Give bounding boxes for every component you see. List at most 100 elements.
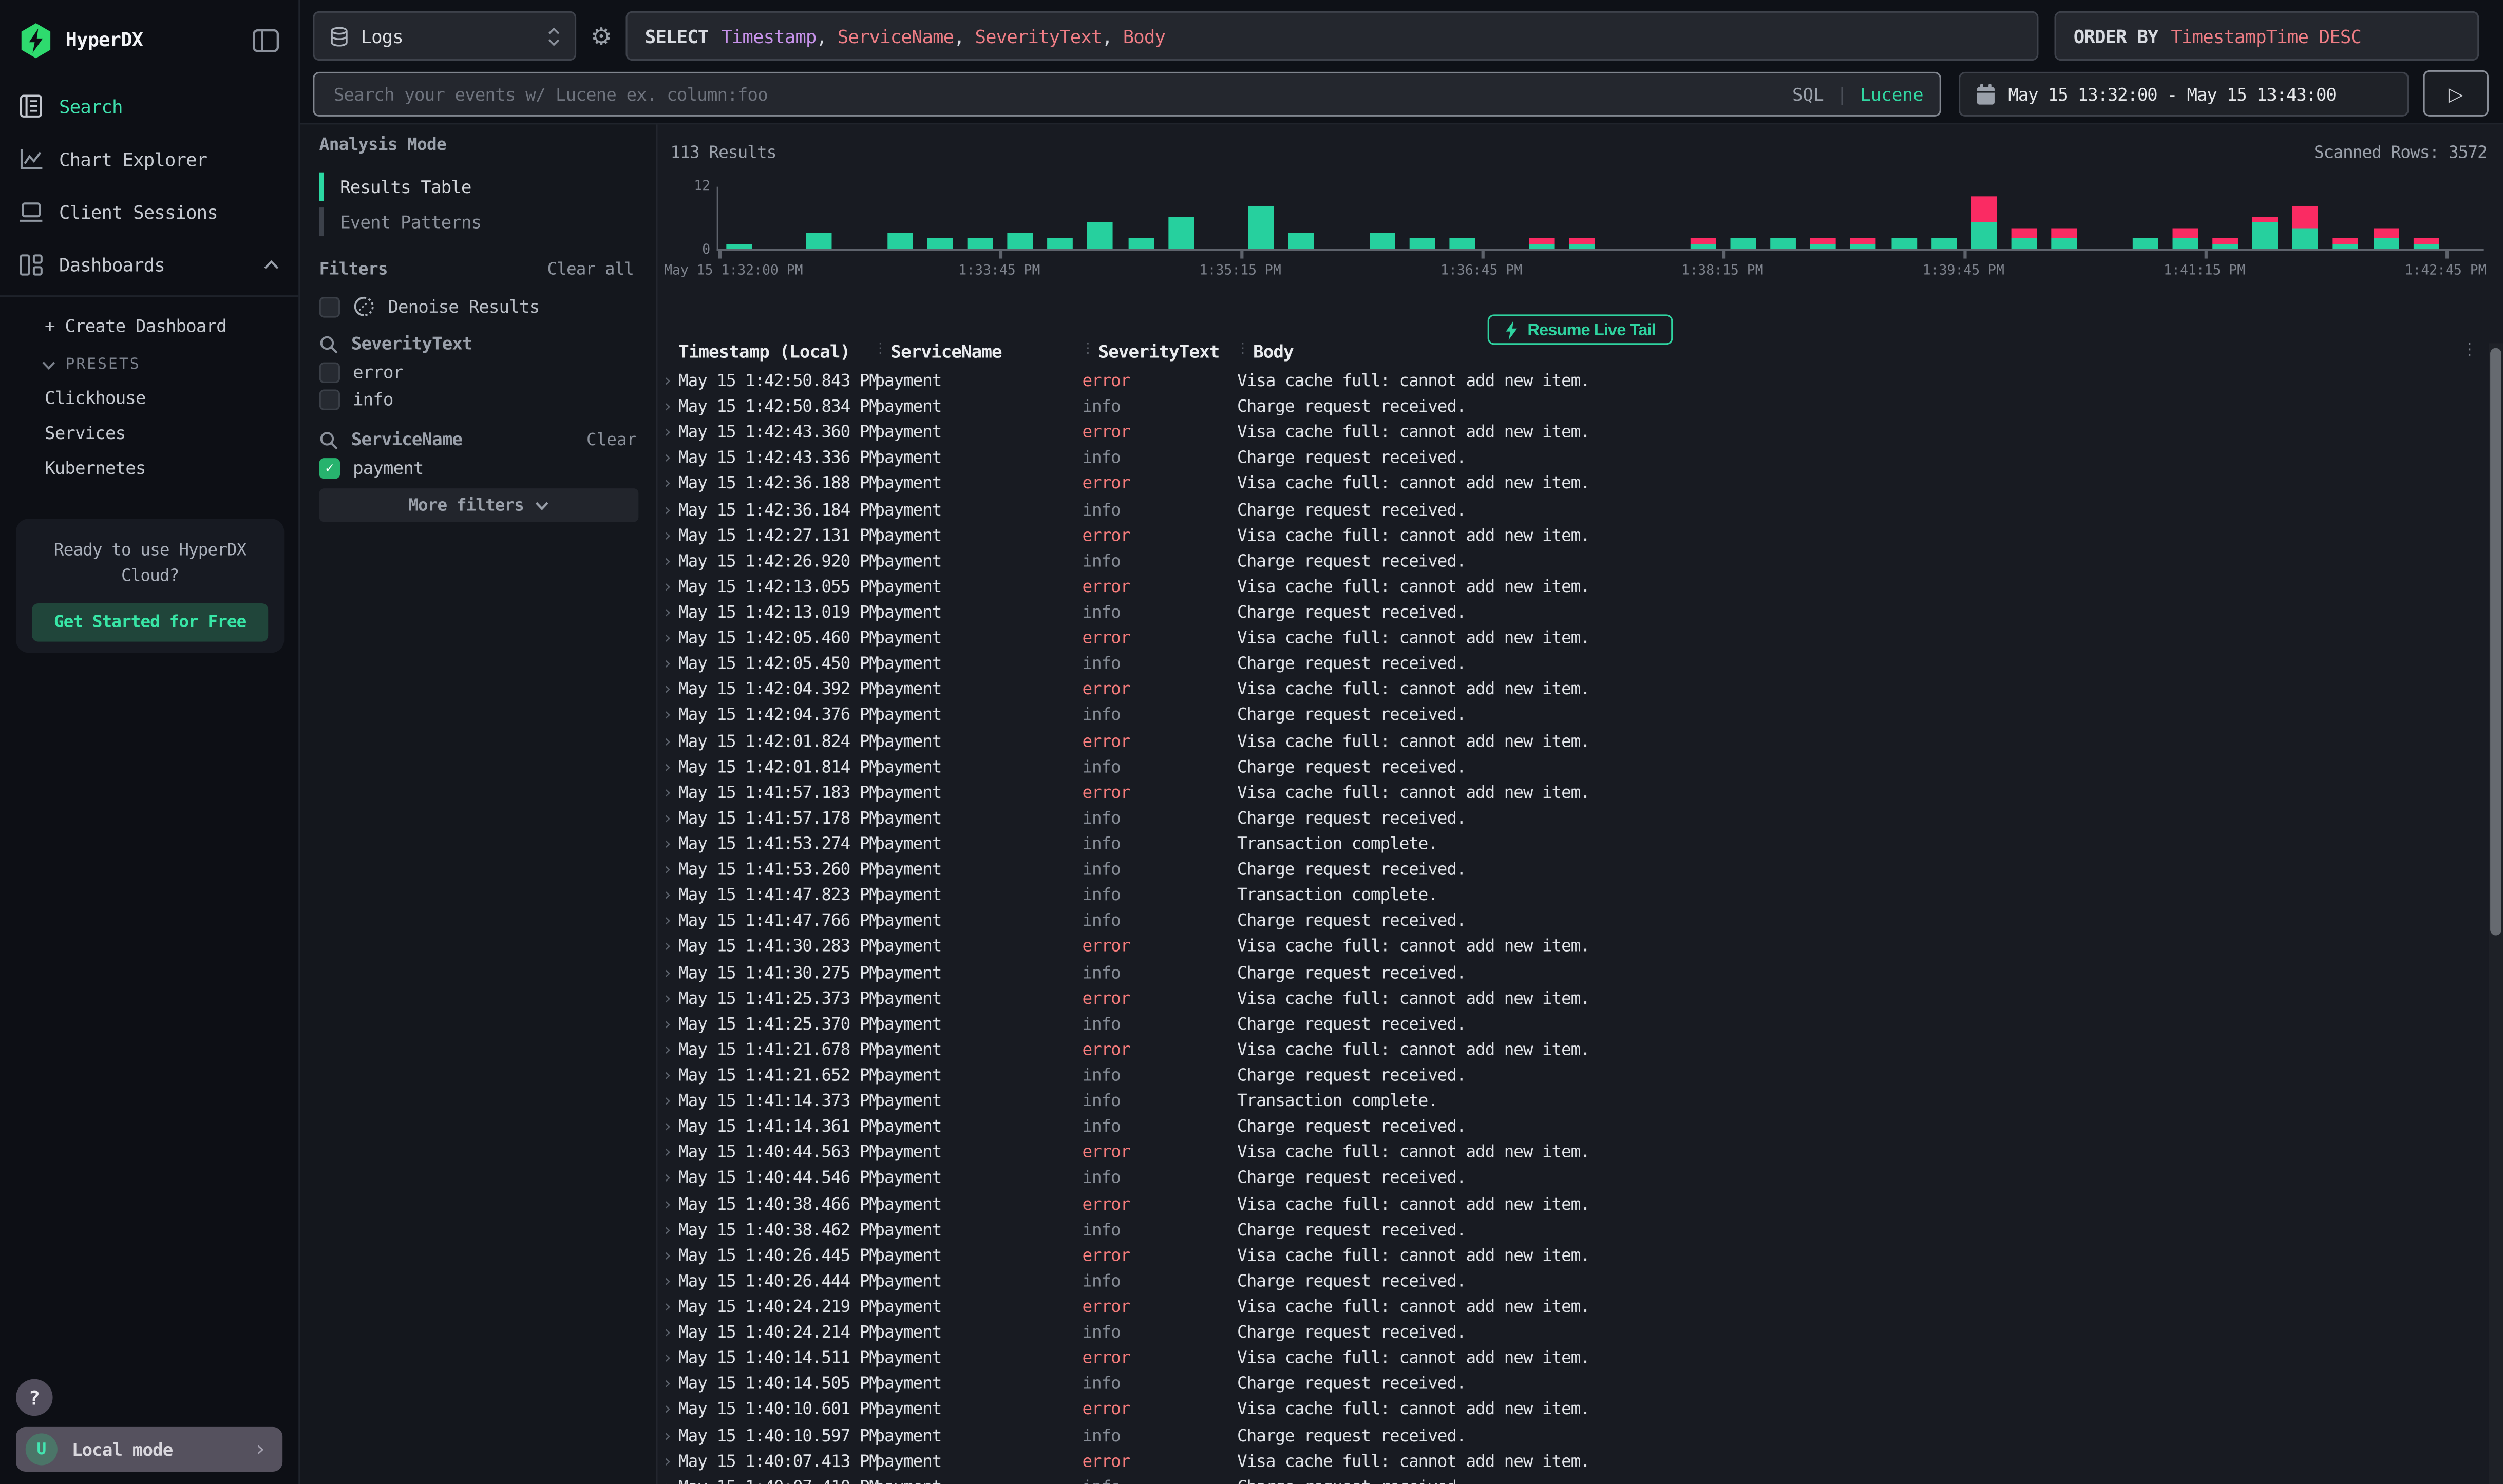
column-resize-handle[interactable]: ⋮: [1080, 341, 1094, 357]
histogram-bar[interactable]: [1529, 238, 1555, 249]
get-started-button[interactable]: Get Started for Free: [32, 603, 268, 642]
table-row[interactable]: ›May 15 1:42:36.188 PMpaymenterrorVisa c…: [658, 471, 2481, 497]
histogram-bar[interactable]: [1690, 238, 1716, 249]
help-button[interactable]: ?: [16, 1379, 52, 1416]
payment-checkbox[interactable]: ✓: [319, 458, 340, 479]
table-row[interactable]: ›May 15 1:42:50.843 PMpaymenterrorVisa c…: [658, 369, 2481, 394]
table-row[interactable]: ›May 15 1:41:47.766 PMpaymentinfoCharge …: [658, 909, 2481, 935]
histogram-bar[interactable]: [2132, 238, 2158, 249]
histogram-plot[interactable]: May 15 1:32:00 PM1:33:45 PM1:35:15 PM1:3…: [717, 187, 2484, 251]
local-mode-menu[interactable]: U Local mode ›: [16, 1427, 282, 1472]
table-options-icon[interactable]: ⋮: [2461, 341, 2477, 359]
sidebar-collapse-icon[interactable]: [252, 28, 279, 52]
table-row[interactable]: ›May 15 1:42:36.184 PMpaymentinfoCharge …: [658, 497, 2481, 523]
order-by-input[interactable]: ORDER BY TimestampTime DESC: [2055, 11, 2479, 61]
table-row[interactable]: ›May 15 1:42:27.131 PMpaymenterrorVisa c…: [658, 523, 2481, 548]
sidebar-item-search[interactable]: Search: [0, 80, 298, 132]
filter-option-info[interactable]: info: [319, 389, 637, 410]
histogram-bar[interactable]: [2333, 238, 2359, 249]
histogram-bar[interactable]: [2052, 228, 2077, 249]
table-row[interactable]: ›May 15 1:42:13.019 PMpaymentinfoCharge …: [658, 600, 2481, 626]
histogram-bar[interactable]: [1288, 233, 1314, 249]
sidebar-item-chart-explorer[interactable]: Chart Explorer: [0, 132, 298, 185]
table-row[interactable]: ›May 15 1:40:14.505 PMpaymentinfoCharge …: [658, 1372, 2481, 1397]
table-row[interactable]: ›May 15 1:40:44.546 PMpaymentinfoCharge …: [658, 1166, 2481, 1191]
sidebar-item-clickhouse[interactable]: Clickhouse: [0, 373, 298, 408]
table-row[interactable]: ›May 15 1:41:47.823 PMpaymentinfoTransac…: [658, 883, 2481, 909]
column-header-timestamp[interactable]: Timestamp (Local): [678, 341, 890, 362]
table-row[interactable]: ›May 15 1:40:26.445 PMpaymenterrorVisa c…: [658, 1243, 2481, 1269]
histogram-bar[interactable]: [1811, 238, 1836, 249]
histogram-bar[interactable]: [1931, 238, 1957, 249]
table-row[interactable]: ›May 15 1:42:50.834 PMpaymentinfoCharge …: [658, 394, 2481, 420]
table-row[interactable]: ›May 15 1:40:24.219 PMpaymenterrorVisa c…: [658, 1295, 2481, 1320]
histogram-bar[interactable]: [1248, 206, 1274, 249]
search-icon[interactable]: [319, 430, 338, 449]
histogram-bar[interactable]: [1771, 238, 1796, 249]
histogram-bar[interactable]: [1570, 238, 1596, 249]
time-range-picker[interactable]: May 15 13:32:00 - May 15 13:43:00: [1959, 72, 2409, 117]
histogram-bar[interactable]: [1168, 217, 1194, 249]
column-header-body[interactable]: ⋮Body: [1253, 341, 2480, 362]
table-row[interactable]: ›May 15 1:41:30.283 PMpaymenterrorVisa c…: [658, 935, 2481, 960]
column-header-servicename[interactable]: ⋮ServiceName: [890, 341, 1098, 362]
histogram-bar[interactable]: [927, 238, 953, 249]
presets-toggle[interactable]: PRESETS: [0, 337, 298, 373]
table-row[interactable]: ›May 15 1:41:14.361 PMpaymentinfoCharge …: [658, 1114, 2481, 1140]
histogram-bar[interactable]: [807, 233, 832, 249]
gear-icon[interactable]: ⚙: [591, 23, 612, 51]
table-row[interactable]: ›May 15 1:40:14.511 PMpaymenterrorVisa c…: [658, 1346, 2481, 1372]
resume-live-tail-button[interactable]: Resume Live Tail: [1488, 314, 1673, 345]
table-row[interactable]: ›May 15 1:40:38.462 PMpaymentinfoCharge …: [658, 1217, 2481, 1243]
table-row[interactable]: ›May 15 1:41:25.370 PMpaymentinfoCharge …: [658, 1012, 2481, 1037]
histogram-bar[interactable]: [2292, 206, 2318, 249]
table-row[interactable]: ›May 15 1:40:38.466 PMpaymenterrorVisa c…: [658, 1191, 2481, 1217]
filter-option-error[interactable]: error: [319, 363, 637, 383]
sidebar-item-services[interactable]: Services: [0, 409, 298, 444]
search-icon[interactable]: [319, 334, 338, 353]
table-row[interactable]: ›May 15 1:41:30.275 PMpaymentinfoCharge …: [658, 960, 2481, 986]
select-columns-input[interactable]: SELECT Timestamp, ServiceName, SeverityT…: [625, 11, 2038, 61]
sidebar-item-kubernetes[interactable]: Kubernetes: [0, 444, 298, 479]
histogram-bar[interactable]: [2012, 228, 2037, 249]
table-row[interactable]: ›May 15 1:40:07.410 PMpaymentinfoCharge …: [658, 1474, 2481, 1484]
info-checkbox[interactable]: [319, 389, 340, 410]
histogram-bar[interactable]: [968, 238, 993, 249]
search-input[interactable]: [330, 82, 1779, 106]
table-row[interactable]: ›May 15 1:41:21.652 PMpaymentinfoCharge …: [658, 1063, 2481, 1089]
table-row[interactable]: ›May 15 1:42:05.450 PMpaymentinfoCharge …: [658, 652, 2481, 677]
table-row[interactable]: ›May 15 1:41:53.260 PMpaymentinfoCharge …: [658, 857, 2481, 883]
histogram-bar[interactable]: [1409, 238, 1435, 249]
error-checkbox[interactable]: [319, 363, 340, 383]
table-row[interactable]: ›May 15 1:41:57.183 PMpaymenterrorVisa c…: [658, 780, 2481, 806]
column-header-severitytext[interactable]: ⋮SeverityText: [1098, 341, 1254, 362]
scrollbar-track[interactable]: [2489, 343, 2503, 1484]
run-query-button[interactable]: ▷: [2423, 70, 2489, 117]
table-row[interactable]: ›May 15 1:40:07.413 PMpaymenterrorVisa c…: [658, 1449, 2481, 1474]
clear-service-filter-button[interactable]: Clear: [586, 430, 637, 449]
table-row[interactable]: ›May 15 1:41:25.373 PMpaymenterrorVisa c…: [658, 986, 2481, 1012]
histogram-bar[interactable]: [2252, 217, 2278, 249]
table-row[interactable]: ›May 15 1:40:10.597 PMpaymentinfoCharge …: [658, 1423, 2481, 1449]
table-row[interactable]: ›May 15 1:41:53.274 PMpaymentinfoTransac…: [658, 831, 2481, 857]
table-row[interactable]: ›May 15 1:42:13.055 PMpaymenterrorVisa c…: [658, 575, 2481, 600]
filter-option-payment[interactable]: ✓ payment: [319, 458, 637, 479]
histogram-bar[interactable]: [1891, 238, 1917, 249]
histogram-bar[interactable]: [2212, 238, 2238, 249]
table-row[interactable]: ›May 15 1:42:04.376 PMpaymentinfoCharge …: [658, 703, 2481, 729]
histogram-bar[interactable]: [2413, 238, 2439, 249]
histogram-bar[interactable]: [1369, 233, 1395, 249]
table-row[interactable]: ›May 15 1:42:43.336 PMpaymentinfoCharge …: [658, 446, 2481, 471]
column-resize-handle[interactable]: ⋮: [873, 341, 887, 357]
table-row[interactable]: ›May 15 1:40:10.601 PMpaymenterrorVisa c…: [658, 1397, 2481, 1423]
histogram-bar[interactable]: [2373, 228, 2399, 249]
table-row[interactable]: ›May 15 1:42:04.392 PMpaymenterrorVisa c…: [658, 677, 2481, 703]
tab-event-patterns[interactable]: Event Patterns: [319, 204, 482, 239]
tab-results-table[interactable]: Results Table: [319, 169, 482, 204]
column-resize-handle[interactable]: ⋮: [1236, 341, 1249, 357]
table-row[interactable]: ›May 15 1:42:43.360 PMpaymenterrorVisa c…: [658, 420, 2481, 446]
histogram-bar[interactable]: [1128, 238, 1153, 249]
table-row[interactable]: ›May 15 1:40:44.563 PMpaymenterrorVisa c…: [658, 1140, 2481, 1166]
table-row[interactable]: ›May 15 1:41:21.678 PMpaymenterrorVisa c…: [658, 1037, 2481, 1063]
histogram-bar[interactable]: [1088, 222, 1113, 249]
